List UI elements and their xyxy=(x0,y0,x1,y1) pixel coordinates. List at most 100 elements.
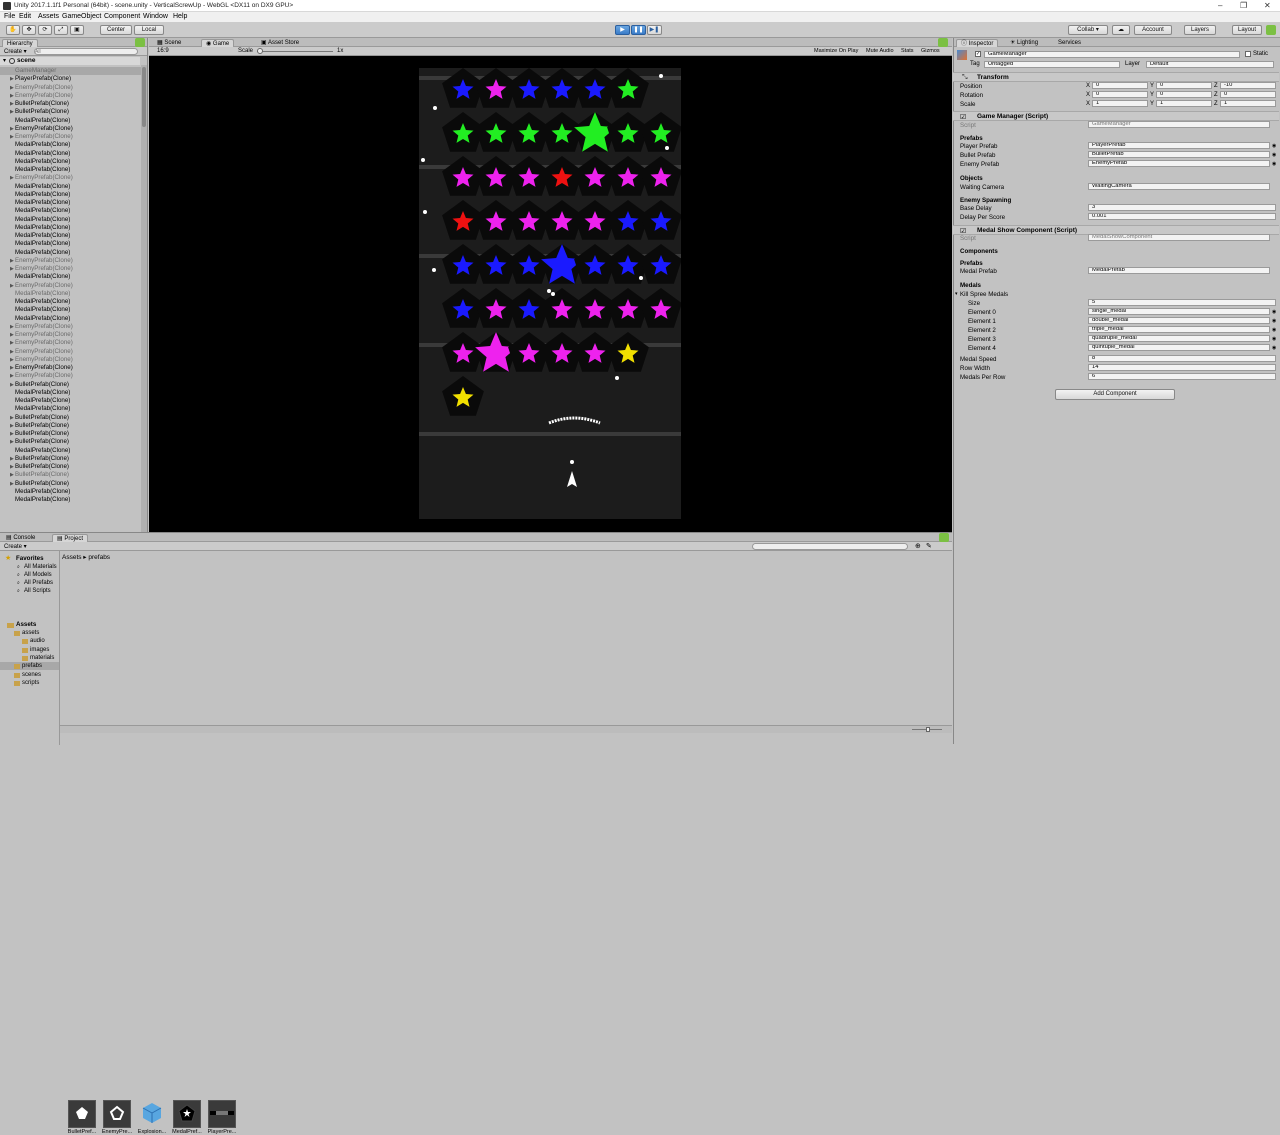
expand-arrow-icon[interactable]: ▶ xyxy=(10,357,14,363)
play-button[interactable]: ▶ xyxy=(615,25,630,35)
hierarchy-item[interactable]: MedalPrefab(Clone) xyxy=(15,290,70,298)
transform-rotation-y-field[interactable]: 0 xyxy=(1156,91,1212,98)
medal-element-field[interactable]: triple_medal xyxy=(1088,326,1270,333)
object-picker-icon[interactable]: ◉ xyxy=(1272,152,1276,158)
layers-button[interactable]: Layers xyxy=(1184,25,1216,35)
transform-scale-y-field[interactable]: 1 xyxy=(1156,100,1212,107)
hierarchy-item[interactable]: EnemyPrefab(Clone) xyxy=(15,348,73,356)
gm-prefab-field[interactable]: BulletPrefab xyxy=(1088,151,1270,158)
cloud-button[interactable]: ☁ xyxy=(1112,25,1130,35)
hierarchy-item[interactable]: MedalPrefab(Clone) xyxy=(15,216,70,224)
expand-arrow-icon[interactable]: ▶ xyxy=(10,324,14,330)
rect-tool-button[interactable]: ▣ xyxy=(70,25,84,35)
hierarchy-item[interactable]: MedalPrefab(Clone) xyxy=(15,298,70,306)
project-create-button[interactable]: Create ▾ xyxy=(4,543,27,550)
hierarchy-item[interactable]: MedalPrefab(Clone) xyxy=(15,447,70,455)
expand-arrow-icon[interactable]: ▶ xyxy=(10,456,14,462)
gizmos-dropdown[interactable]: Gizmos xyxy=(921,48,940,54)
collab-button[interactable]: Collab ▾ xyxy=(1068,25,1108,35)
expand-arrow-icon[interactable]: ▶ xyxy=(10,109,14,115)
project-menu-icon[interactable] xyxy=(939,533,949,542)
notification-icon[interactable] xyxy=(1266,25,1276,35)
menu-gameobject[interactable]: GameObject xyxy=(62,13,101,20)
asset-thumb[interactable] xyxy=(103,1100,131,1128)
hierarchy-item[interactable]: EnemyPrefab(Clone) xyxy=(15,174,73,182)
folder-item[interactable]: audio xyxy=(30,638,45,644)
hierarchy-scroll-thumb[interactable] xyxy=(142,67,146,127)
favorite-item[interactable]: All Prefabs xyxy=(24,580,53,586)
menu-file[interactable]: File xyxy=(4,13,15,20)
object-picker-icon[interactable]: ◉ xyxy=(1272,345,1276,351)
hierarchy-item[interactable]: EnemyPrefab(Clone) xyxy=(15,125,73,133)
hierarchy-item[interactable]: MedalPrefab(Clone) xyxy=(15,199,70,207)
menu-component[interactable]: Component xyxy=(104,13,140,20)
layer-dropdown[interactable]: Default xyxy=(1146,61,1274,68)
expand-arrow-icon[interactable]: ▶ xyxy=(10,134,14,140)
object-picker-icon[interactable]: ◉ xyxy=(1272,143,1276,149)
favorite-item[interactable]: All Scripts xyxy=(24,588,51,594)
object-picker-icon[interactable]: ◉ xyxy=(1272,318,1276,324)
aspect-dropdown[interactable]: 16:9 xyxy=(157,48,169,54)
expand-arrow-icon[interactable]: ▾ xyxy=(3,57,6,64)
account-button[interactable]: Account xyxy=(1134,25,1172,35)
expand-arrow-icon[interactable]: ▶ xyxy=(10,93,14,99)
static-checkbox[interactable] xyxy=(1245,51,1251,57)
hierarchy-item[interactable]: MedalPrefab(Clone) xyxy=(15,224,70,232)
hierarchy-item[interactable]: MedalPrefab(Clone) xyxy=(15,141,70,149)
hierarchy-item[interactable]: MedalPrefab(Clone) xyxy=(15,405,70,413)
transform-position-z-field[interactable]: -10 xyxy=(1220,82,1276,89)
asset-label[interactable]: PlayerPre... xyxy=(205,1129,239,1135)
hierarchy-item[interactable]: MedalPrefab(Clone) xyxy=(15,315,70,323)
filter-type-icon[interactable]: ⊕ xyxy=(915,542,921,550)
hierarchy-create-button[interactable]: Create ▾ xyxy=(4,48,27,55)
menu-assets[interactable]: Assets xyxy=(38,13,59,20)
mute-audio-toggle[interactable]: Mute Audio xyxy=(866,48,894,54)
hierarchy-item[interactable]: BulletPrefab(Clone) xyxy=(15,108,69,116)
asset-thumb[interactable] xyxy=(68,1100,96,1128)
expand-arrow-icon[interactable]: ▶ xyxy=(10,365,14,371)
hierarchy-item[interactable]: MedalPrefab(Clone) xyxy=(15,232,70,240)
folder-item[interactable]: assets xyxy=(22,630,39,636)
hierarchy-item[interactable]: EnemyPrefab(Clone) xyxy=(15,265,73,273)
tab-services[interactable]: Services xyxy=(1054,39,1085,47)
pivot-local-button[interactable]: Local xyxy=(134,25,164,35)
expand-arrow-icon[interactable]: ▶ xyxy=(10,76,14,82)
transform-scale-x-field[interactable]: 1 xyxy=(1092,100,1148,107)
menu-window[interactable]: Window xyxy=(143,13,168,20)
expand-arrow-icon[interactable]: ▶ xyxy=(10,266,14,272)
transform-position-x-field[interactable]: 0 xyxy=(1092,82,1148,89)
tab-lighting[interactable]: ☀ Lighting xyxy=(1006,39,1042,47)
favorite-item[interactable]: All Materials xyxy=(24,564,57,570)
hierarchy-item[interactable]: EnemyPrefab(Clone) xyxy=(15,331,73,339)
hierarchy-item[interactable]: EnemyPrefab(Clone) xyxy=(15,257,73,265)
expand-arrow-icon[interactable]: ▶ xyxy=(10,126,14,132)
tab-console[interactable]: ▤ Console xyxy=(2,534,39,542)
expand-arrow-icon[interactable]: ▶ xyxy=(10,464,14,470)
asset-label[interactable]: BulletPref... xyxy=(65,1129,99,1135)
hierarchy-item[interactable]: MedalPrefab(Clone) xyxy=(15,306,70,314)
hierarchy-item[interactable]: MedalPrefab(Clone) xyxy=(15,273,70,281)
expand-arrow-icon[interactable]: ▶ xyxy=(10,431,14,437)
hierarchy-item[interactable]: PlayerPrefab(Clone) xyxy=(15,75,71,83)
pause-button[interactable]: ❚❚ xyxy=(631,25,646,35)
scale-slider[interactable] xyxy=(257,48,333,54)
hierarchy-item[interactable]: MedalPrefab(Clone) xyxy=(15,240,70,248)
scale-tool-button[interactable]: ⤢ xyxy=(54,25,68,35)
project-search-input[interactable] xyxy=(752,543,908,550)
move-tool-button[interactable]: ✥ xyxy=(22,25,36,35)
medal-element-field[interactable]: single_medal xyxy=(1088,308,1270,315)
object-picker-icon[interactable]: ◉ xyxy=(1272,336,1276,342)
object-picker-icon[interactable]: ◉ xyxy=(1272,309,1276,315)
hierarchy-search-input[interactable] xyxy=(34,48,138,55)
hierarchy-item[interactable]: MedalPrefab(Clone) xyxy=(15,249,70,257)
active-checkbox[interactable]: ✓ xyxy=(975,51,981,57)
gm-prefab-field[interactable]: EnemyPrefab xyxy=(1088,160,1270,167)
hierarchy-item[interactable]: EnemyPrefab(Clone) xyxy=(15,92,73,100)
scale-slider-thumb[interactable] xyxy=(257,48,263,54)
tag-dropdown[interactable]: Untagged xyxy=(984,61,1120,68)
expand-arrow-icon[interactable]: ▶ xyxy=(10,332,14,338)
folder-item[interactable]: prefabs xyxy=(22,663,42,669)
tab-project[interactable]: ▤ Project xyxy=(52,534,89,542)
transform-rotation-x-field[interactable]: 0 xyxy=(1092,91,1148,98)
hierarchy-item[interactable]: EnemyPrefab(Clone) xyxy=(15,356,73,364)
